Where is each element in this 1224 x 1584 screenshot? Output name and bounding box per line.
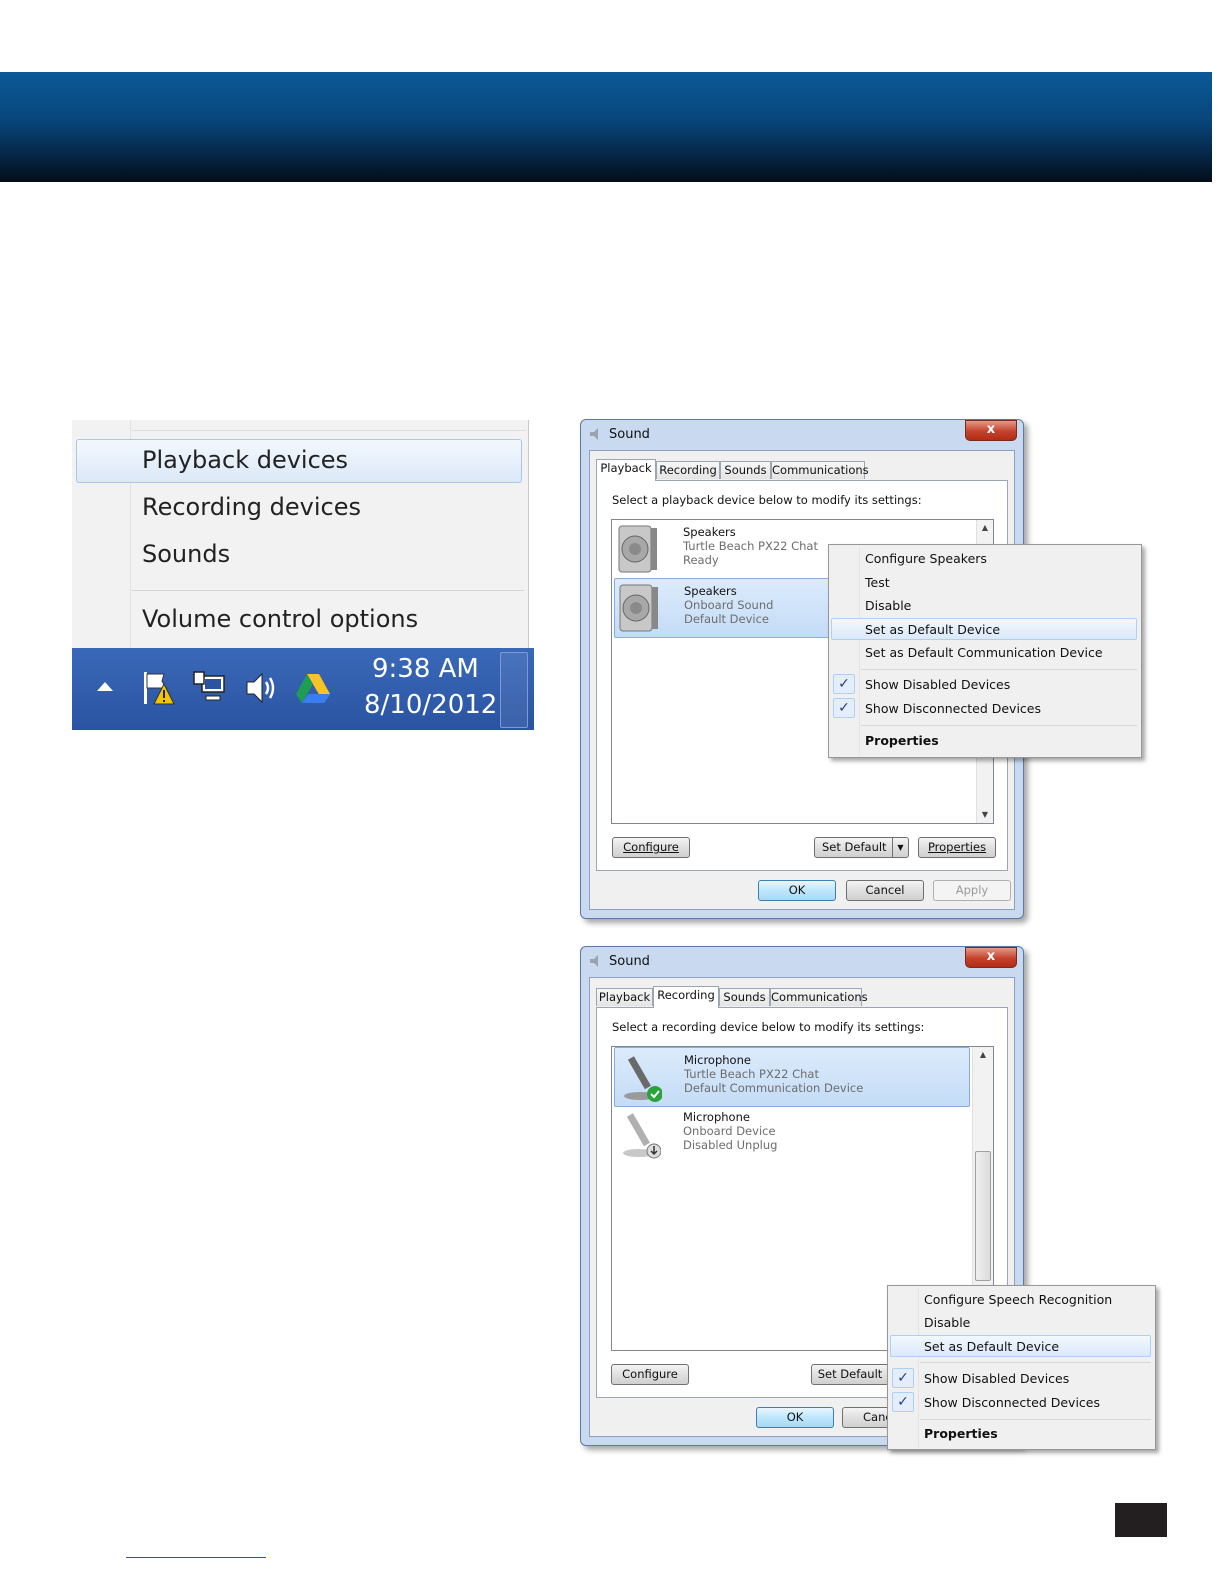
footer-link-line — [126, 1557, 266, 1558]
menu-separator — [132, 590, 524, 591]
checkmark-icon: ✓ — [892, 1368, 914, 1388]
microphone-icon — [623, 1113, 661, 1159]
recording-device-context-menu: Configure Speech Recognition Disable Set… — [887, 1285, 1156, 1450]
instruction-text: Select a playback device below to modify… — [612, 493, 922, 507]
menu-item-configure-speakers[interactable]: Configure Speakers — [865, 551, 987, 566]
menu-item-volume-control-options[interactable]: Volume control options — [142, 605, 418, 633]
scroll-up-icon[interactable]: ▲ — [977, 520, 993, 536]
tab-recording[interactable]: Recording — [656, 461, 720, 479]
menu-separator — [861, 725, 1137, 726]
menu-top-divider — [132, 430, 526, 431]
menu-separator — [861, 669, 1137, 670]
checkmark-icon: ✓ — [833, 698, 855, 718]
clock-time[interactable]: 9:38 AM — [372, 654, 479, 684]
scroll-down-icon[interactable]: ▼ — [977, 807, 993, 823]
tab-recording[interactable]: Recording — [653, 986, 719, 1008]
scroll-up-icon[interactable]: ▲ — [973, 1047, 993, 1063]
close-button[interactable]: x — [965, 420, 1017, 441]
menu-item-properties[interactable]: Properties — [924, 1426, 998, 1441]
device-description: Onboard Sound — [684, 598, 774, 612]
menu-gutter — [859, 547, 860, 755]
menu-item-set-as-default-communication-device[interactable]: Set as Default Communication Device — [865, 645, 1103, 660]
tab-communications[interactable]: Communications — [771, 461, 869, 479]
menu-item-disable[interactable]: Disable — [924, 1315, 970, 1330]
menu-separator — [920, 1362, 1151, 1363]
menu-item-set-as-default-device[interactable]: Set as Default Device — [865, 622, 1000, 637]
menu-item-disable[interactable]: Disable — [865, 598, 911, 613]
tab-sounds[interactable]: Sounds — [719, 988, 770, 1006]
dialog-title: Sound — [609, 954, 650, 969]
apply-button[interactable]: Apply — [933, 880, 1011, 901]
speaker-icon — [618, 525, 657, 573]
device-name: Speakers — [684, 584, 737, 598]
show-desktop-button[interactable] — [500, 652, 528, 728]
show-hidden-icons-arrow[interactable] — [96, 681, 114, 693]
playback-device-context-menu: Configure Speakers Test Disable Set as D… — [828, 544, 1142, 758]
configure-button[interactable]: Configure — [611, 1364, 689, 1385]
ok-button[interactable]: OK — [756, 1407, 834, 1428]
sound-app-icon — [590, 955, 598, 967]
menu-item-playback-devices[interactable]: Playback devices — [142, 446, 348, 474]
menu-item-show-disconnected-devices[interactable]: Show Disconnected Devices — [924, 1395, 1100, 1410]
tab-communications[interactable]: Communications — [770, 988, 868, 1006]
device-name: Speakers — [683, 525, 736, 539]
set-default-label: Set Default — [822, 840, 887, 854]
menu-item-show-disabled-devices[interactable]: Show Disabled Devices — [865, 677, 1010, 692]
device-name: Microphone — [683, 1110, 750, 1124]
menu-item-configure-speech-recognition[interactable]: Configure Speech Recognition — [924, 1292, 1112, 1307]
clock-date[interactable]: 8/10/2012 — [364, 690, 497, 720]
device-name: Microphone — [684, 1053, 751, 1067]
volume-icon[interactable] — [244, 670, 280, 706]
microphone-icon — [624, 1056, 662, 1102]
google-drive-icon[interactable] — [294, 670, 332, 706]
device-item-selected[interactable]: Microphone Turtle Beach PX22 Chat Defaul… — [614, 1047, 970, 1107]
ok-button[interactable]: OK — [758, 880, 836, 901]
close-button[interactable]: x — [965, 947, 1017, 968]
device-item[interactable]: Microphone Onboard Device Disabled Unplu… — [614, 1105, 970, 1165]
device-description: Turtle Beach PX22 Chat — [683, 539, 818, 553]
menu-item-sounds[interactable]: Sounds — [142, 540, 230, 568]
device-description: Onboard Device — [683, 1124, 776, 1138]
menu-item-set-as-default-device[interactable]: Set as Default Device — [924, 1339, 1059, 1354]
sound-app-icon — [590, 428, 598, 440]
device-status: Ready — [683, 553, 719, 567]
scroll-thumb[interactable] — [975, 1151, 991, 1281]
speaker-icon — [619, 584, 658, 632]
set-default-button[interactable]: Set Default ▼ — [814, 837, 909, 858]
dialog-title: Sound — [609, 427, 650, 442]
checkmark-icon: ✓ — [892, 1392, 914, 1412]
device-status: Default Communication Device — [684, 1081, 864, 1095]
device-status: Default Device — [684, 612, 770, 626]
menu-item-show-disabled-devices[interactable]: Show Disabled Devices — [924, 1371, 1069, 1386]
tab-playback[interactable]: Playback — [596, 459, 656, 481]
menu-separator — [920, 1419, 1151, 1420]
menu-gutter — [918, 1288, 919, 1447]
menu-item-test[interactable]: Test — [865, 575, 890, 590]
tray-context-menu: Playback devices Recording devices Sound… — [72, 420, 529, 648]
action-center-flag-icon[interactable] — [140, 670, 176, 706]
device-status: Disabled Unplug — [683, 1138, 778, 1152]
cancel-button[interactable]: Cancel — [846, 880, 924, 901]
tab-playback[interactable]: Playback — [596, 988, 653, 1006]
instruction-text: Select a recording device below to modif… — [612, 1020, 925, 1034]
network-icon[interactable] — [192, 670, 228, 706]
menu-item-show-disconnected-devices[interactable]: Show Disconnected Devices — [865, 701, 1041, 716]
tab-sounds[interactable]: Sounds — [720, 461, 771, 479]
configure-button[interactable]: Configure — [612, 837, 690, 858]
menu-item-recording-devices[interactable]: Recording devices — [142, 493, 361, 521]
configure-label: Configure — [623, 840, 679, 854]
properties-button[interactable]: Properties — [918, 837, 996, 858]
page-number-box — [1115, 1503, 1167, 1537]
menu-item-properties[interactable]: Properties — [865, 733, 939, 748]
header-banner — [0, 72, 1212, 182]
checkmark-icon: ✓ — [833, 674, 855, 694]
properties-label: Properties — [927, 840, 987, 854]
dropdown-arrow-icon[interactable]: ▼ — [892, 838, 908, 857]
set-default-button[interactable]: Set Default — [811, 1364, 889, 1385]
device-description: Turtle Beach PX22 Chat — [684, 1067, 819, 1081]
taskbar-tray: 9:38 AM 8/10/2012 — [72, 648, 534, 730]
